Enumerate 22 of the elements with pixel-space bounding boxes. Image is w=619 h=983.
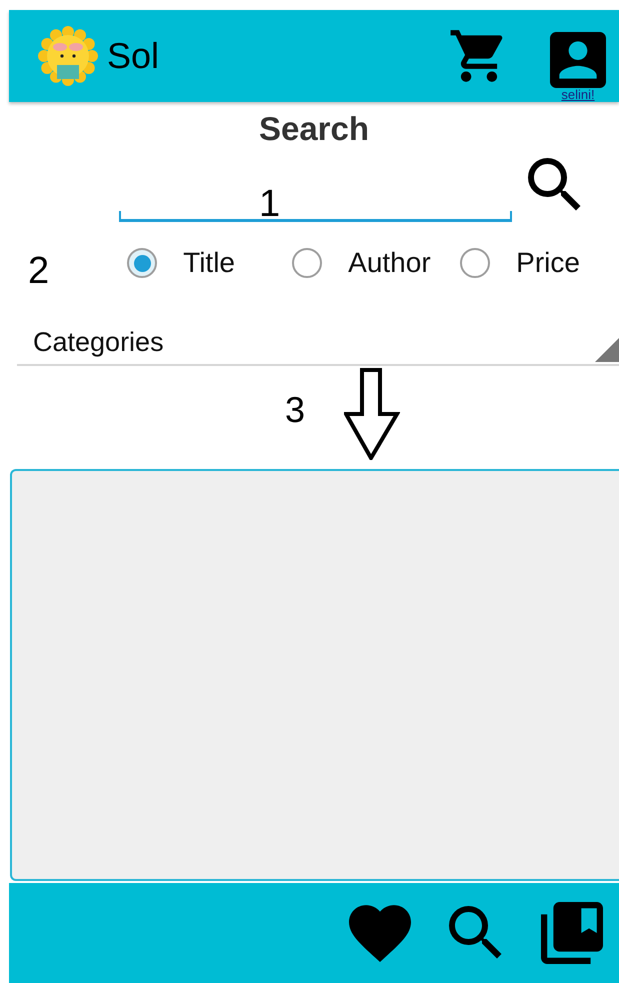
radio-button[interactable] — [292, 248, 322, 278]
heart-icon[interactable] — [349, 902, 411, 964]
sun-logo-icon — [37, 25, 99, 87]
app-title: Sol — [107, 35, 160, 77]
down-arrow-icon — [344, 368, 400, 460]
library-bookmark-icon[interactable] — [541, 902, 603, 964]
radio-label: Price — [516, 247, 580, 279]
search-heading: Search — [258, 110, 370, 148]
dropdown-corner-icon — [595, 338, 619, 362]
radio-label: Title — [183, 247, 235, 279]
annotation-number: 3 — [285, 392, 306, 428]
account-icon[interactable] — [550, 32, 606, 88]
search-icon[interactable] — [449, 906, 503, 960]
categories-dropdown[interactable]: Categories — [17, 320, 619, 366]
username-link[interactable]: selini! — [561, 88, 595, 102]
radio-label: Author — [348, 247, 431, 279]
annotation-number: 1 — [259, 185, 280, 223]
radio-button[interactable] — [127, 248, 158, 278]
search-field[interactable]: 1 — [119, 167, 512, 222]
search-icon[interactable] — [528, 158, 582, 212]
annotation-number: 2 — [28, 252, 50, 290]
radio-button[interactable] — [460, 248, 490, 278]
